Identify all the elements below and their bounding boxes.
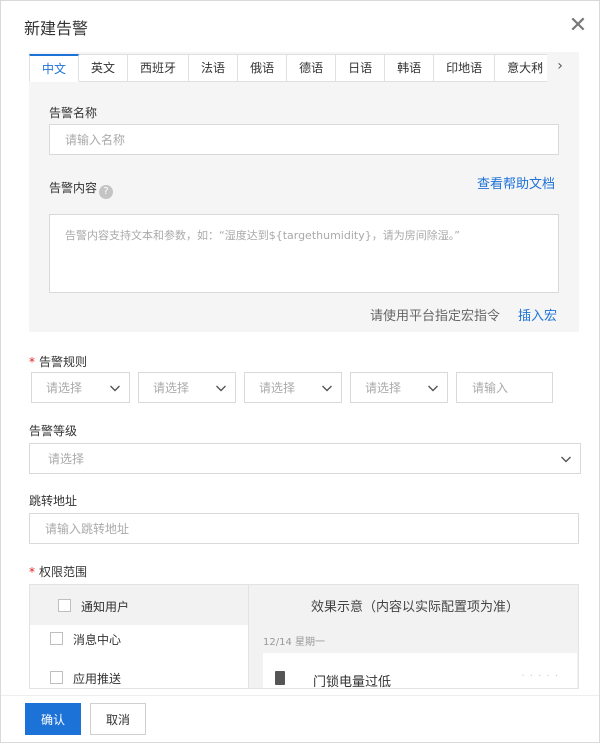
- language-tabs: 中文 英文 西班牙 法语 俄语 德语 日语 韩语 印地语 意大利: [29, 54, 547, 82]
- tab-spanish[interactable]: 西班牙: [128, 54, 190, 82]
- alert-rule-label-text: 告警规则: [39, 355, 88, 369]
- notify-users-checkbox[interactable]: [58, 599, 71, 612]
- app-push-label: 应用推送: [73, 672, 122, 686]
- redirect-url-input[interactable]: 请输入跳转地址: [29, 513, 579, 544]
- tab-chinese[interactable]: 中文: [29, 54, 80, 82]
- language-panel: 中文 英文 西班牙 法语 俄语 德语 日语 韩语 印地语 意大利 ‹ › 告警名…: [29, 52, 579, 332]
- required-mark: *: [29, 355, 35, 369]
- effect-preview: 效果示意（内容以实际配置项为准） 12/14 星期一 门锁电量过低 · · · …: [248, 585, 578, 689]
- alert-content-textarea[interactable]: 告警内容支持文本和参数，如：“湿度达到${targethumidity}，请为房…: [49, 214, 559, 293]
- rule-select-4-value: 请选择: [365, 381, 402, 395]
- tab-hindi[interactable]: 印地语: [434, 54, 496, 82]
- macro-hint: 请使用平台指定宏指令: [370, 309, 501, 324]
- alert-level-label: 告警等级: [29, 424, 78, 438]
- rule-select-4[interactable]: 请选择: [350, 372, 448, 403]
- chevron-right-icon[interactable]: ›: [553, 58, 567, 74]
- alert-level-select[interactable]: 请选择: [29, 443, 581, 474]
- tab-english[interactable]: 英文: [79, 54, 129, 82]
- message-center-label: 消息中心: [73, 633, 122, 647]
- chevron-left-icon[interactable]: ‹: [533, 58, 547, 74]
- rule-select-3[interactable]: 请选择: [244, 372, 342, 403]
- dialog-footer: 确认 取消: [1, 695, 599, 742]
- app-push-checkbox[interactable]: [50, 671, 63, 684]
- alert-name-label: 告警名称: [49, 106, 98, 120]
- device-icon: [275, 671, 285, 685]
- redirect-url-label: 跳转地址: [29, 494, 78, 508]
- alert-rule-label: * 告警规则: [29, 353, 87, 370]
- tab-german[interactable]: 德语: [287, 54, 337, 82]
- alert-level-value: 请选择: [48, 452, 85, 466]
- alert-content-label-text: 告警内容: [49, 181, 98, 195]
- question-circle-icon[interactable]: ?: [99, 185, 114, 199]
- confirm-button[interactable]: 确认: [25, 703, 81, 735]
- chevron-down-icon: [216, 385, 226, 391]
- tab-french[interactable]: 法语: [189, 54, 239, 82]
- close-icon[interactable]: ✕: [567, 15, 589, 38]
- chevron-down-icon: [110, 385, 120, 391]
- alert-content-label: 告警内容?: [49, 179, 114, 199]
- help-docs-link[interactable]: 查看帮助文档: [477, 173, 555, 192]
- message-center-checkbox[interactable]: [50, 632, 63, 645]
- notify-users-label: 通知用户: [81, 600, 130, 614]
- notify-users-group: 通知用户: [30, 585, 248, 625]
- dialog-title: 新建告警: [24, 19, 89, 38]
- preview-notification-card: 门锁电量过低 · · · · ·: [263, 653, 577, 689]
- notify-options: 通知用户 消息中心 应用推送: [30, 585, 248, 688]
- new-alert-dialog: 新建告警 ✕ 中文 英文 西班牙 法语 俄语 德语 日语 韩语 印地语 意大利 …: [0, 0, 600, 743]
- chevron-down-icon: [561, 456, 571, 462]
- preview-date: 12/14 星期一: [263, 637, 325, 648]
- chevron-down-icon: [428, 385, 438, 391]
- rule-select-2[interactable]: 请选择: [138, 372, 236, 403]
- required-mark: *: [29, 565, 35, 579]
- tab-japanese[interactable]: 日语: [336, 54, 386, 82]
- permission-label-text: 权限范围: [39, 565, 88, 579]
- rule-select-3-value: 请选择: [259, 381, 296, 395]
- rule-select-1-value: 请选择: [46, 381, 83, 395]
- tab-russian[interactable]: 俄语: [238, 54, 288, 82]
- permission-label: * 权限范围: [29, 563, 87, 580]
- rule-value-input[interactable]: 请输入: [456, 372, 553, 403]
- rule-select-2-value: 请选择: [153, 381, 190, 395]
- preview-message: 门锁电量过低: [313, 675, 392, 689]
- insert-macro-link[interactable]: 插入宏: [518, 305, 557, 324]
- cancel-button[interactable]: 取消: [90, 703, 146, 735]
- tab-korean[interactable]: 韩语: [385, 54, 435, 82]
- chevron-down-icon: [322, 385, 332, 391]
- alert-name-input[interactable]: 请输入名称: [49, 124, 559, 155]
- permission-box: 通知用户 消息中心 应用推送 效果示意（内容以实际配置项为准） 12/14 星期…: [29, 584, 579, 689]
- preview-dots: · · · · ·: [521, 671, 559, 682]
- preview-title: 效果示意（内容以实际配置项为准）: [310, 600, 519, 615]
- rule-select-1[interactable]: 请选择: [31, 372, 130, 403]
